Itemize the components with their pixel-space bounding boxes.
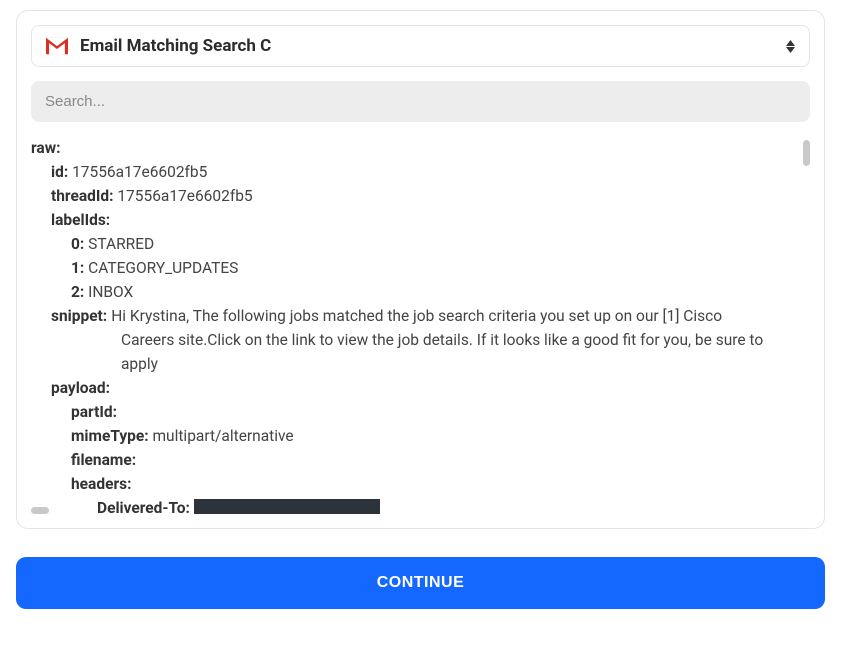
label-0-row[interactable]: 0: STARRED [31,232,800,256]
deliveredto-row[interactable]: Delivered-To: [31,496,800,514]
data-pane: raw: id: 17556a17e6602fb5 threadId: 1755… [31,136,810,514]
id-row[interactable]: id: 17556a17e6602fb5 [31,160,800,184]
snippet-row[interactable]: snippet: Hi Krystina, The following jobs… [31,304,800,328]
headers-key[interactable]: headers: [31,472,800,496]
snippet-row-cont: Careers site.Click on the link to view t… [31,328,800,352]
config-card: Email Matching Search C raw: id: 17556a1… [16,10,825,529]
payload-key[interactable]: payload: [31,376,800,400]
raw-tree: raw: id: 17556a17e6602fb5 threadId: 1755… [31,136,810,514]
continue-button[interactable]: CONTINUE [16,557,825,609]
redacted-value [194,499,380,514]
action-select[interactable]: Email Matching Search C [31,25,810,67]
partid-row[interactable]: partId: [31,400,800,424]
gmail-icon [46,37,68,55]
threadid-row[interactable]: threadId: 17556a17e6602fb5 [31,184,800,208]
vertical-scrollbar[interactable] [803,140,810,166]
search-input[interactable] [31,81,810,122]
mimetype-row[interactable]: mimeType: multipart/alternative [31,424,800,448]
chevron-updown-icon [786,40,795,53]
action-select-label: Email Matching Search C [80,36,786,56]
filename-row[interactable]: filename: [31,448,800,472]
snippet-row-cont: apply [31,352,800,376]
raw-key[interactable]: raw: [31,136,800,160]
label-1-row[interactable]: 1: CATEGORY_UPDATES [31,256,800,280]
label-2-row[interactable]: 2: INBOX [31,280,800,304]
labelids-key[interactable]: labelIds: [31,208,800,232]
horizontal-scrollbar[interactable] [31,507,49,514]
